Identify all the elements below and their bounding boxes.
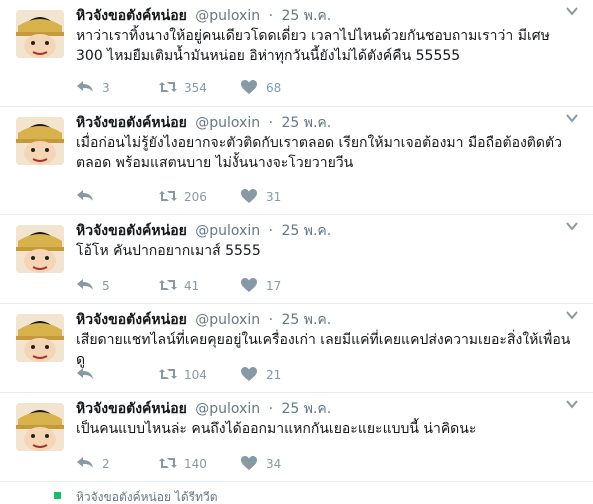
tweet-header: หิวจังขอตังค์หน่อย @puloxin · 25 พ.ค. [76, 310, 331, 330]
user-handle[interactable]: @puloxin [195, 223, 260, 239]
chevron-down-icon[interactable] [565, 111, 579, 125]
next-tweet-context: หิวจังขอตังค์หน่อย ได้รีทวีต [0, 487, 593, 504]
tweet[interactable]: หิวจังขอตังค์หน่อย @puloxin · 25 พ.ค. เส… [0, 304, 593, 393]
tweet[interactable]: หิวจังขอตังค์หน่อย @puloxin · 25 พ.ค. เป… [0, 393, 593, 482]
retweet-context-label: หิวจังขอตังค์หน่อย ได้รีทวีต [76, 490, 218, 504]
tweet-header: หิวจังขอตังค์หน่อย @puloxin · 25 พ.ค. [76, 399, 331, 419]
heart-icon [241, 278, 257, 292]
reply-count: 2 [102, 457, 110, 471]
tweet-actions: 2 140 34 [76, 454, 376, 472]
display-name[interactable]: หิวจังขอตังค์หน่อย [76, 223, 187, 239]
tweet-header: หิวจังขอตังค์หน่อย @puloxin · 25 พ.ค. [76, 221, 331, 241]
reply-count: 3 [102, 81, 110, 95]
display-name[interactable]: หิวจังขอตังค์หน่อย [76, 401, 187, 417]
heart-icon [241, 456, 257, 470]
chevron-down-icon[interactable] [565, 219, 579, 233]
tweet-text: เสียดายแชทไลน์ที่เคยคุยอยู่ในเครื่องเก่า… [76, 332, 571, 368]
tweet-actions: 5 41 17 [76, 276, 376, 294]
tweet-text: โอ้โห คันปากอยากเมาส์ 5555 [76, 243, 261, 259]
avatar[interactable] [16, 117, 64, 165]
retweet-count: 41 [184, 279, 200, 293]
user-handle[interactable]: @puloxin [195, 312, 260, 328]
retweet-count: 104 [184, 368, 207, 382]
tweet-timeline: หิวจังขอตังค์หน่อย @puloxin · 25 พ.ค. หา… [0, 0, 593, 504]
separator-dot: · [268, 115, 274, 131]
timestamp[interactable]: 25 พ.ค. [281, 312, 331, 328]
tweet[interactable]: หิวจังขอตังค์หน่อย @puloxin · 25 พ.ค. หา… [0, 0, 593, 107]
separator-dot: · [268, 401, 274, 417]
display-name[interactable]: หิวจังขอตังค์หน่อย [76, 8, 187, 24]
avatar[interactable] [16, 225, 64, 273]
tweet[interactable]: หิวจังขอตังค์หน่อย @puloxin · 25 พ.ค. โอ… [0, 215, 593, 304]
tweet-actions: 104 21 [76, 365, 376, 383]
tweet-text: เมื่อก่อนไม่รู้ยังไงอยากจะตัวติดกับเราตล… [76, 135, 562, 171]
chevron-down-icon[interactable] [565, 308, 579, 322]
retweet-count: 140 [184, 457, 207, 471]
reply-icon [77, 368, 93, 379]
reply-count: 5 [102, 279, 110, 293]
tweet-text: เป็นคนแบบไหนล่ะ คนถึงได้ออกมาแหกกันเยอะแ… [76, 421, 477, 437]
tweet-text: หาว่าเราทิ้งนางให้อยู่คนเดียวโดดเดี่ยว เ… [76, 28, 550, 64]
like-count: 31 [266, 190, 282, 204]
like-count: 17 [266, 279, 282, 293]
heart-icon [241, 367, 257, 381]
tweet[interactable]: หิวจังขอตังค์หน่อย @puloxin · 25 พ.ค. เม… [0, 107, 593, 215]
reply-icon [77, 457, 93, 468]
heart-icon [241, 80, 257, 94]
retweet-icon [159, 82, 177, 92]
retweet-count: 354 [184, 81, 207, 95]
separator-dot: · [268, 223, 274, 239]
heart-icon [241, 189, 257, 203]
user-handle[interactable]: @puloxin [195, 115, 260, 131]
reply-icon [77, 81, 93, 92]
timestamp[interactable]: 25 พ.ค. [281, 8, 331, 24]
retweet-icon [159, 369, 177, 379]
separator-dot: · [268, 8, 274, 24]
reply-icon [77, 279, 93, 290]
tweet-header: หิวจังขอตังค์หน่อย @puloxin · 25 พ.ค. [76, 6, 331, 26]
reply-icon [77, 190, 93, 201]
timestamp[interactable]: 25 พ.ค. [281, 115, 331, 131]
timestamp[interactable]: 25 พ.ค. [281, 223, 331, 239]
tweet-header: หิวจังขอตังค์หน่อย @puloxin · 25 พ.ค. [76, 113, 331, 133]
retweet-icon [159, 280, 177, 290]
retweet-count: 206 [184, 190, 207, 204]
retweet-icon [159, 458, 177, 468]
retweet-icon [159, 191, 177, 201]
like-count: 21 [266, 368, 282, 382]
tweet-actions: 3 354 68 [76, 78, 376, 96]
user-handle[interactable]: @puloxin [195, 401, 260, 417]
avatar[interactable] [16, 10, 64, 58]
like-count: 34 [266, 457, 282, 471]
separator-dot: · [268, 312, 274, 328]
chevron-down-icon[interactable] [565, 4, 579, 18]
like-count: 68 [266, 81, 282, 95]
tweet-actions: 206 31 [76, 187, 376, 205]
chevron-down-icon[interactable] [565, 397, 579, 411]
user-handle[interactable]: @puloxin [195, 8, 260, 24]
avatar[interactable] [16, 314, 64, 362]
timestamp[interactable]: 25 พ.ค. [281, 401, 331, 417]
display-name[interactable]: หิวจังขอตังค์หน่อย [76, 115, 187, 131]
display-name[interactable]: หิวจังขอตังค์หน่อย [76, 312, 187, 328]
avatar[interactable] [16, 403, 64, 451]
